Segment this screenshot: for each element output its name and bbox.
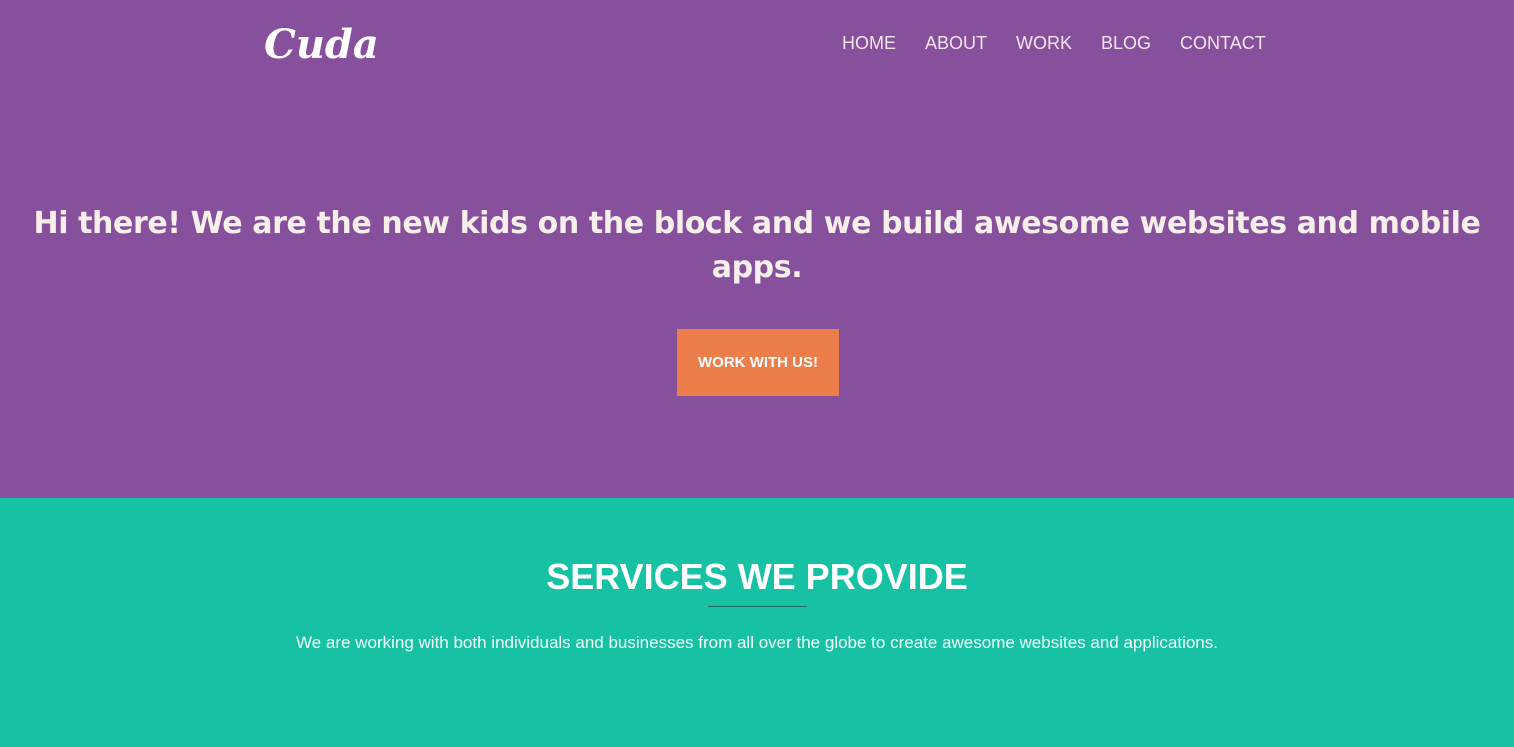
logo[interactable]: Cuda: [264, 22, 379, 68]
nav-item-home[interactable]: HOME: [842, 31, 896, 55]
services-title: SERVICES WE PROVIDE: [546, 556, 968, 597]
title-divider: [708, 606, 807, 607]
services-description: We are working with both individuals and…: [296, 633, 1218, 652]
nav-item-contact[interactable]: CONTACT: [1180, 31, 1266, 55]
work-with-us-button[interactable]: WORK WITH US!: [677, 329, 839, 396]
nav-item-work[interactable]: WORK: [1016, 31, 1072, 55]
nav-item-blog[interactable]: BLOG: [1101, 31, 1151, 55]
nav-item-about[interactable]: ABOUT: [925, 31, 987, 55]
hero-section: Cuda HOME ABOUT WORK BLOG CONTACT Hi the…: [0, 0, 1514, 498]
services-section: SERVICES WE PROVIDE We are working with …: [0, 498, 1514, 747]
page: Cuda HOME ABOUT WORK BLOG CONTACT Hi the…: [0, 0, 1514, 747]
main-nav: HOME ABOUT WORK BLOG CONTACT: [842, 31, 1266, 55]
hero-title: Hi there! We are the new kids on the blo…: [33, 206, 1481, 285]
